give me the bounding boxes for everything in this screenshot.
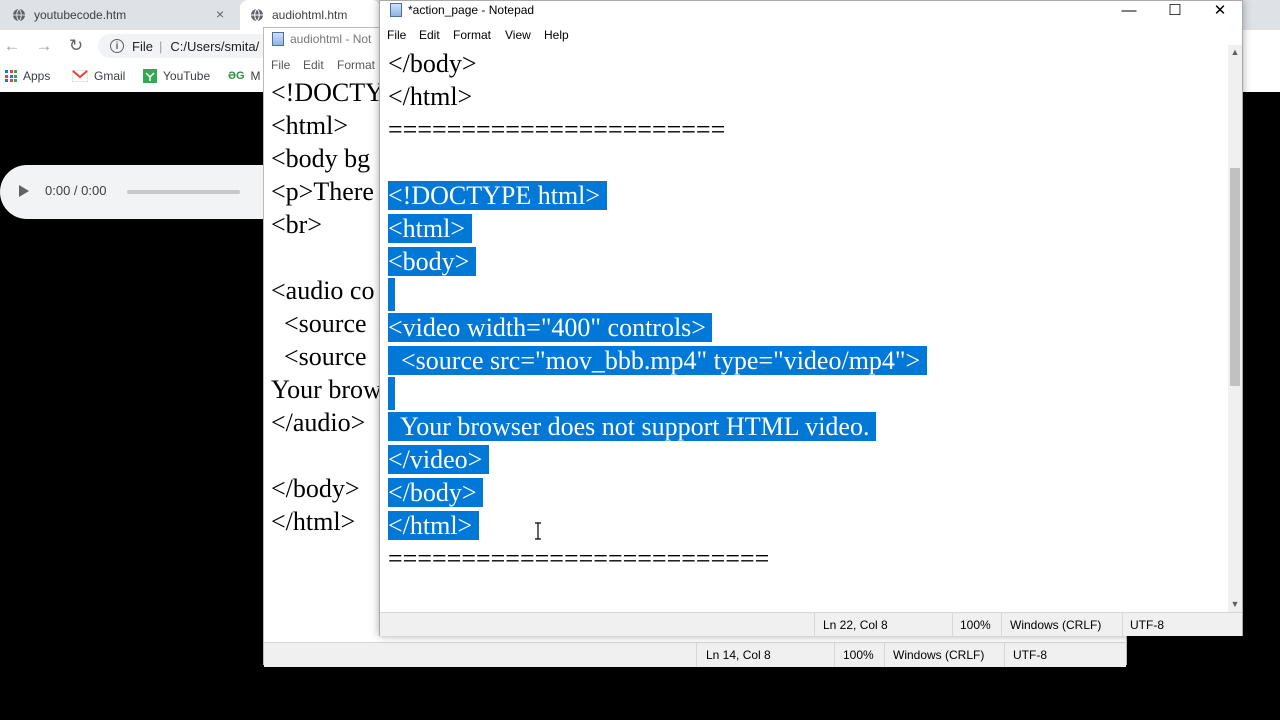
notepad-icon xyxy=(272,32,284,46)
status-position: Ln 14, Col 8 xyxy=(706,648,771,662)
editor-line: </html> xyxy=(388,509,927,542)
menu-format[interactable]: Format xyxy=(453,28,491,42)
editor-line: <html> xyxy=(388,212,927,245)
youtube-icon xyxy=(143,69,157,83)
back-arrow-icon[interactable]: ← xyxy=(2,36,22,56)
status-encoding: UTF-8 xyxy=(1013,648,1047,662)
editor-line: ========================== xyxy=(388,544,770,573)
status-line-ending: Windows (CRLF) xyxy=(1010,618,1102,632)
tab-close-icon[interactable]: × xyxy=(216,6,224,22)
bookmark-gmail[interactable]: Gmail xyxy=(72,69,125,83)
menu-format[interactable]: Format xyxy=(337,58,375,72)
window-title: *action_page - Notepad xyxy=(390,3,534,17)
audio-player[interactable]: 0:00 / 0:00 xyxy=(0,165,263,219)
selection-highlight xyxy=(388,377,395,410)
text-cursor-icon xyxy=(535,522,541,540)
bookmark-label: YouTube xyxy=(163,69,211,83)
tab-label: youtubecode.htm xyxy=(34,8,127,22)
editor-line: <source src="mov_bbb.mp4" type="video/mp… xyxy=(388,344,927,377)
window-title-text: audiohtml - Not xyxy=(290,32,372,46)
selected-text: </html> xyxy=(388,511,479,540)
bookmark-label: Gmail xyxy=(94,69,126,83)
gmail-icon xyxy=(72,70,88,82)
editor-lines: </body> </html> ======================= <!D… xyxy=(388,47,927,575)
editor-line: </body> xyxy=(388,476,927,509)
scrollbar-thumb[interactable] xyxy=(1230,168,1240,386)
menu-file[interactable]: File xyxy=(271,58,290,72)
address-bar[interactable]: i File | C:/Users/smita/ xyxy=(98,34,268,58)
selection-highlight xyxy=(388,278,395,311)
tab-youtubecode[interactable]: youtubecode.htm × xyxy=(0,0,240,30)
selected-text: <body> xyxy=(388,247,476,276)
notepad-icon xyxy=(390,3,402,17)
bookmark-geeksforgeeks[interactable]: ƏG M xyxy=(228,69,261,83)
status-encoding: UTF-8 xyxy=(1130,618,1164,632)
audio-seek-bar[interactable] xyxy=(127,190,240,194)
menu-edit[interactable]: Edit xyxy=(303,58,324,72)
selected-text: <html> xyxy=(388,214,472,243)
globe-icon xyxy=(251,8,263,22)
editor-line: </video> xyxy=(388,443,927,476)
editor-line: <body> xyxy=(388,245,927,278)
text-editor[interactable]: <!DOCTY <html> <body bg <p>There <br> <a… xyxy=(271,76,384,538)
menu-view[interactable]: View xyxy=(505,28,531,42)
bookmark-label: M xyxy=(250,69,261,83)
status-zoom: 100% xyxy=(960,618,991,632)
window-title-text: *action_page - Notepad xyxy=(408,3,535,17)
editor-line: Your browser does not support HTML video… xyxy=(388,410,927,443)
minimize-button[interactable]: — xyxy=(1106,1,1152,23)
close-button[interactable]: ✕ xyxy=(1197,1,1243,23)
maximize-button[interactable]: ☐ xyxy=(1152,1,1198,23)
status-position: Ln 22, Col 8 xyxy=(823,618,888,632)
globe-icon xyxy=(13,8,25,22)
selected-text: <source src="mov_bbb.mp4" type="video/mp… xyxy=(388,346,927,375)
bookmark-youtube[interactable]: YouTube xyxy=(143,69,210,83)
selected-text: Your browser does not support HTML video… xyxy=(388,412,876,441)
title-bar[interactable]: *action_page - Notepad — ☐ ✕ xyxy=(380,1,1242,23)
menu-edit[interactable]: Edit xyxy=(419,28,440,42)
vertical-scrollbar[interactable]: ▲ ▼ xyxy=(1228,45,1242,612)
notepad-window-action-page[interactable]: *action_page - Notepad — ☐ ✕ File Edit F… xyxy=(379,0,1243,636)
editor-line: <!DOCTYPE html> xyxy=(388,179,927,212)
editor-line xyxy=(388,377,927,410)
audio-time: 0:00 / 0:00 xyxy=(45,183,107,198)
address-path: C:/Users/smita/ xyxy=(170,38,260,54)
tab-audiohtml[interactable]: audiohtml.htm xyxy=(240,0,380,30)
scroll-up-arrow-icon[interactable]: ▲ xyxy=(1230,47,1240,57)
selected-text: </video> xyxy=(388,445,489,474)
info-icon[interactable]: i xyxy=(110,39,124,53)
selected-text: <!DOCTYPE html> xyxy=(388,181,607,210)
bookmark-label: Apps xyxy=(23,69,51,83)
editor-line: </body> xyxy=(388,49,477,78)
scroll-down-arrow-icon[interactable]: ▼ xyxy=(1230,599,1240,609)
editor-line: ======================= xyxy=(388,115,726,144)
forward-arrow-icon[interactable]: → xyxy=(34,36,54,56)
status-bar: Ln 22, Col 8 100% Windows (CRLF) UTF-8 xyxy=(380,612,1242,636)
reload-icon[interactable]: ↻ xyxy=(66,36,86,56)
editor-line: <video width="400" controls> xyxy=(388,311,927,344)
menu-bar: File Edit Format View Help xyxy=(380,25,1242,45)
tab-label: audiohtml.htm xyxy=(272,8,348,22)
play-icon[interactable] xyxy=(19,185,29,197)
menu-help[interactable]: Help xyxy=(544,28,569,42)
menu-file[interactable]: File xyxy=(387,28,406,42)
status-line-ending: Windows (CRLF) xyxy=(893,648,985,662)
address-separator: | xyxy=(158,38,163,54)
bookmark-apps[interactable]: Apps xyxy=(5,69,50,83)
selected-text: </body> xyxy=(388,478,484,507)
editor-line: </html> xyxy=(388,82,473,111)
status-bar: Ln 14, Col 8 100% Windows (CRLF) UTF-8 xyxy=(264,642,1126,667)
apps-grid-icon xyxy=(5,70,17,82)
geeksforgeeks-icon: ƏG xyxy=(228,70,245,82)
editor-line xyxy=(388,278,927,311)
selected-text: <video width="400" controls> xyxy=(388,313,713,342)
window-title: audiohtml - Not xyxy=(272,32,371,46)
status-zoom: 100% xyxy=(843,648,874,662)
text-editor[interactable]: </body> </html> ======================= <!D… xyxy=(380,45,1228,612)
address-scheme: File xyxy=(132,38,153,54)
